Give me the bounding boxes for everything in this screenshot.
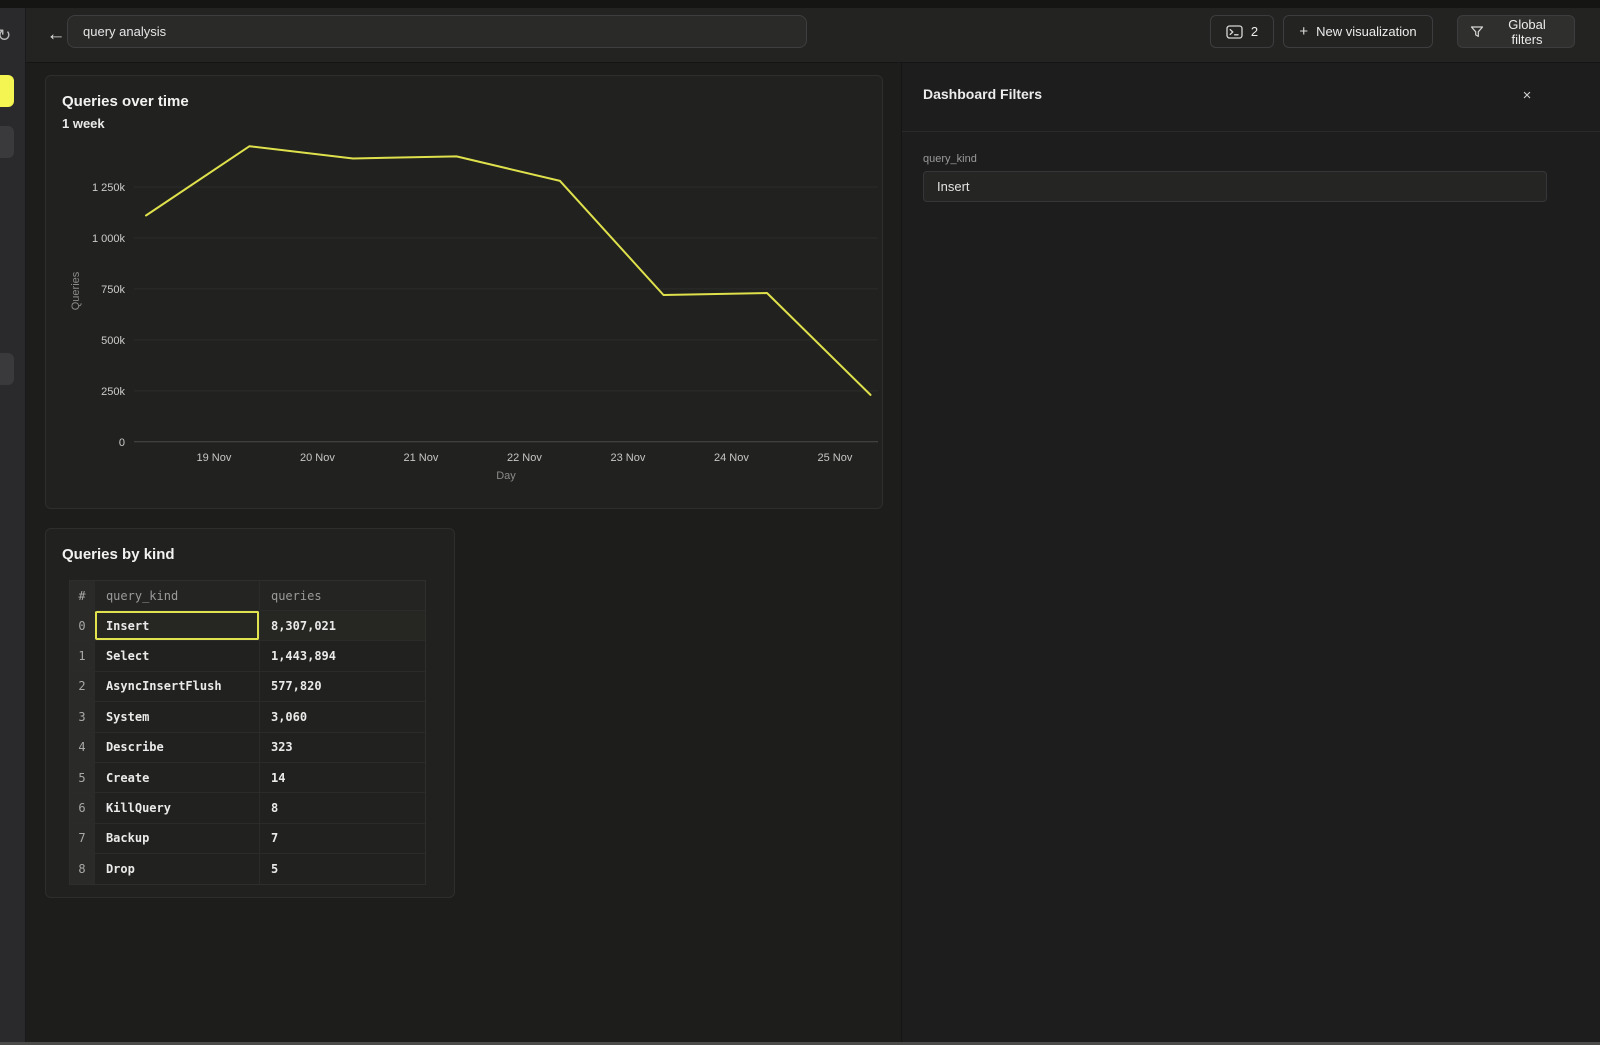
query-kind-cell[interactable]: Describe: [95, 732, 260, 762]
table-row: 1Select1,443,894: [70, 640, 425, 670]
dashboard-filters-panel: Dashboard Filters × query_kind: [901, 63, 1600, 1042]
sql-console-icon: [1226, 25, 1243, 39]
row-index-cell: 2: [70, 671, 95, 701]
top-bar: ← 2 + New visualization Global filters: [26, 8, 1600, 63]
col-header-query-kind: query_kind: [95, 581, 260, 610]
rail-item-active[interactable]: [0, 75, 14, 107]
close-icon[interactable]: ×: [1516, 84, 1538, 106]
funnel-icon: [1470, 25, 1484, 39]
y-tick-label: 250k: [101, 386, 125, 398]
query-kind-cell[interactable]: Select: [95, 640, 260, 670]
table-header-row: #query_kindqueries: [70, 581, 425, 610]
filters-panel-divider: [902, 131, 1600, 132]
query-kind-cell[interactable]: Insert: [95, 610, 260, 640]
chart-title: Queries over time: [62, 93, 189, 110]
new-visualization-button[interactable]: + New visualization: [1283, 15, 1433, 48]
table-row: 6KillQuery8: [70, 792, 425, 822]
queries-value-cell[interactable]: 14: [260, 762, 425, 792]
row-index-cell: 7: [70, 823, 95, 853]
sql-console-button[interactable]: 2: [1210, 15, 1274, 48]
table-row: 0Insert8,307,021: [70, 610, 425, 640]
x-tick-label: 25 Nov: [817, 452, 852, 464]
queries-value-cell[interactable]: 5: [260, 853, 425, 883]
y-tick-label: 1 000k: [92, 233, 126, 245]
console-count: 2: [1251, 24, 1258, 39]
table-row: 4Describe323: [70, 732, 425, 762]
query-kind-cell[interactable]: Backup: [95, 823, 260, 853]
queries-by-kind-card: Queries by kind #query_kindqueries0Inser…: [45, 528, 455, 898]
query-kind-filter-input[interactable]: [923, 171, 1547, 202]
plus-icon: +: [1299, 23, 1308, 40]
row-index-cell: 3: [70, 701, 95, 731]
query-kind-cell[interactable]: Create: [95, 762, 260, 792]
queries-over-time-chart[interactable]: 0 250k 500k 750k 1 000k 1 250k 19 Nov 20 Nov 21 …: [46, 76, 884, 508]
y-tick-label: 500k: [101, 335, 125, 347]
queries-value-cell[interactable]: 8: [260, 792, 425, 822]
x-tick-label: 24 Nov: [714, 452, 749, 464]
global-filters-button[interactable]: Global filters: [1457, 15, 1575, 48]
row-index-cell: 6: [70, 792, 95, 822]
query-kind-cell[interactable]: AsyncInsertFlush: [95, 671, 260, 701]
query-kind-cell[interactable]: Drop: [95, 853, 260, 883]
x-tick-label: 20 Nov: [300, 452, 335, 464]
queries-value-cell[interactable]: 7: [260, 823, 425, 853]
history-icon[interactable]: ↻: [0, 26, 11, 46]
queries-over-time-card: 0 250k 500k 750k 1 000k 1 250k 19 Nov 20 Nov 21 …: [45, 75, 883, 509]
row-index-cell: 8: [70, 853, 95, 883]
query-kind-cell[interactable]: KillQuery: [95, 792, 260, 822]
y-axis-title: Queries: [70, 271, 82, 310]
dashboard-app: ↻ ← 2 + New visualization: [0, 0, 1600, 1045]
row-index-cell: 0: [70, 610, 95, 640]
table-row: 7Backup7: [70, 823, 425, 853]
y-tick-label: 750k: [101, 284, 125, 296]
table-row: 2AsyncInsertFlush577,820: [70, 671, 425, 701]
table-row: 3System3,060: [70, 701, 425, 731]
table-row: 8Drop5: [70, 853, 425, 883]
queries-value-cell[interactable]: 3,060: [260, 701, 425, 731]
x-tick-label: 22 Nov: [507, 452, 542, 464]
x-tick-label: 23 Nov: [610, 452, 645, 464]
row-index-cell: 5: [70, 762, 95, 792]
query-kind-cell[interactable]: System: [95, 701, 260, 731]
queries-value-cell[interactable]: 577,820: [260, 671, 425, 701]
col-header-queries: queries: [260, 581, 425, 610]
col-header-index: #: [70, 581, 95, 610]
window-top-edge: [0, 0, 1600, 8]
y-tick-label: 0: [119, 437, 125, 449]
x-axis-title: Day: [496, 470, 516, 482]
y-tick-label: 1 250k: [92, 182, 126, 194]
queries-value-cell[interactable]: 1,443,894: [260, 640, 425, 670]
queries-by-kind-table: #query_kindqueries0Insert8,307,0211Selec…: [69, 580, 426, 885]
filters-panel-title: Dashboard Filters: [923, 86, 1042, 102]
row-index-cell: 1: [70, 640, 95, 670]
new-visualization-label: New visualization: [1316, 24, 1416, 39]
left-rail: ↻: [0, 8, 26, 1042]
x-tick-label: 21 Nov: [403, 452, 438, 464]
chart-subtitle: 1 week: [62, 116, 105, 131]
chart-line-queries: [146, 146, 871, 395]
queries-value-cell[interactable]: 8,307,021: [260, 610, 425, 640]
queries-value-cell[interactable]: 323: [260, 732, 425, 762]
table-row: 5Create14: [70, 762, 425, 792]
filter-field-label: query_kind: [923, 153, 977, 165]
table-title: Queries by kind: [62, 546, 175, 563]
x-tick-label: 19 Nov: [196, 452, 231, 464]
rail-item-3[interactable]: [0, 353, 14, 385]
global-filters-label: Global filters: [1492, 17, 1562, 47]
rail-item-2[interactable]: [0, 126, 14, 158]
back-button[interactable]: ←: [42, 21, 70, 49]
row-index-cell: 4: [70, 732, 95, 762]
dashboard-title-input[interactable]: [67, 15, 807, 48]
